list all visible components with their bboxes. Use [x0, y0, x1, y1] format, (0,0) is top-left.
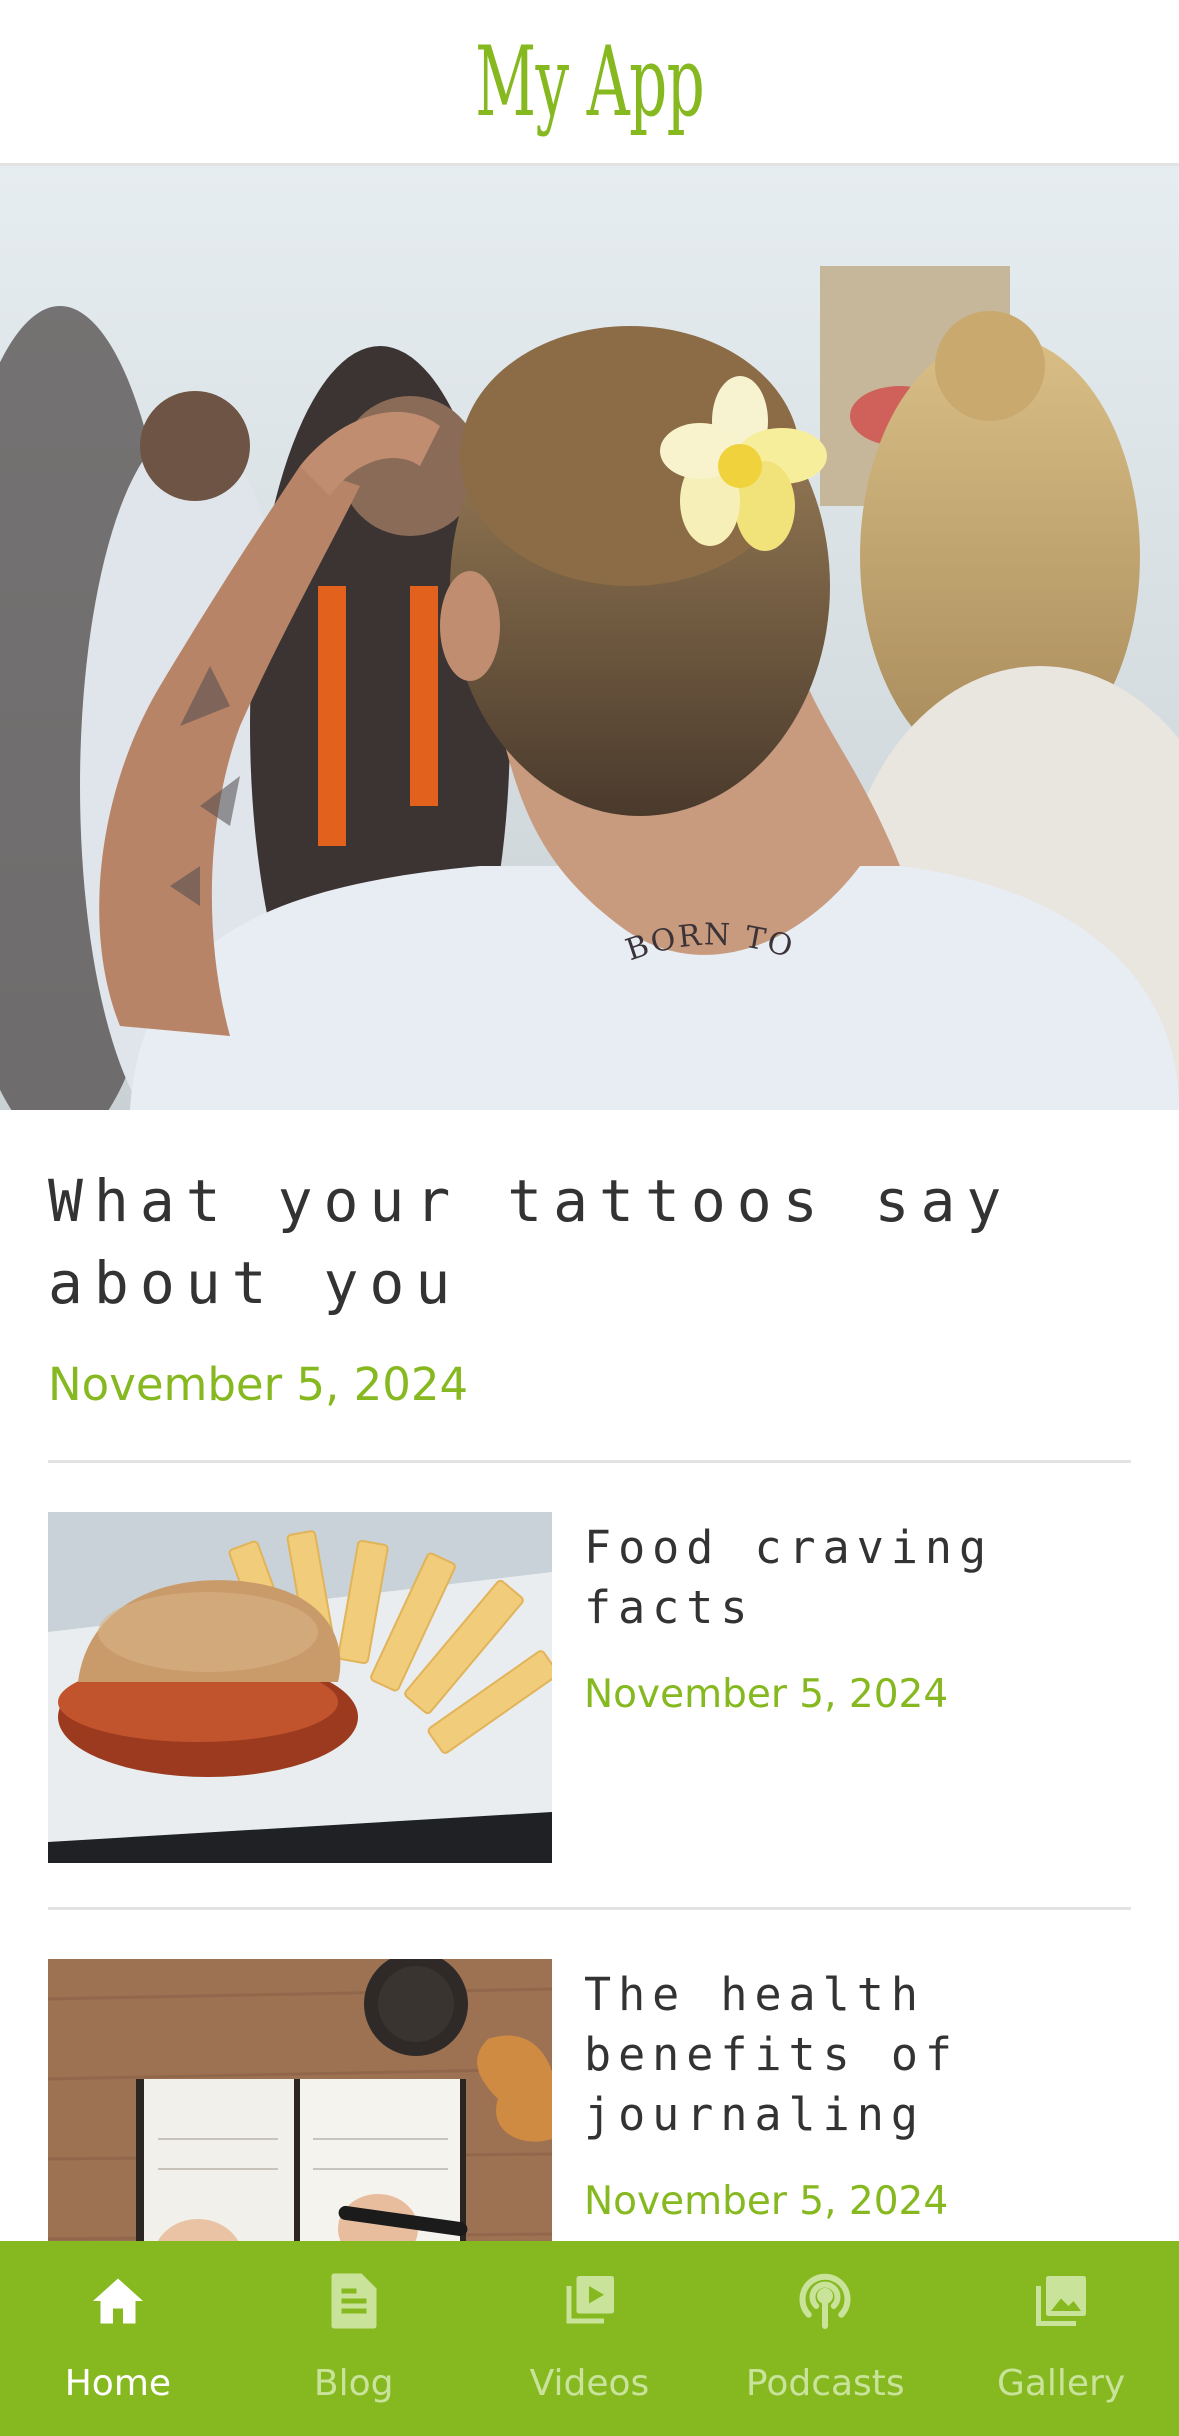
nav-item-home[interactable]: Home	[0, 2241, 236, 2436]
featured-article-date: November 5, 2024	[48, 1358, 469, 1411]
image-gallery-icon	[1029, 2269, 1093, 2333]
featured-article-title[interactable]: What your tattoos say about you	[48, 1160, 1131, 1324]
article-text: The health benefits of journaling Novemb…	[584, 1959, 1131, 2224]
nav-item-podcasts[interactable]: Podcasts	[707, 2241, 943, 2436]
featured-article[interactable]: What your tattoos say about you November…	[48, 1160, 1131, 1411]
video-library-icon	[557, 2269, 621, 2333]
nav-label: Blog	[313, 2363, 394, 2404]
nav-label: Podcasts	[745, 2363, 905, 2404]
burger-fries-photo	[48, 1512, 552, 1863]
article-date: November 5, 2024	[584, 1672, 949, 1717]
bottom-nav: Home Blog Videos Podcasts Gallery	[0, 2241, 1179, 2436]
featured-hero-image[interactable]: BORN TO BE	[0, 166, 1179, 1110]
article-item[interactable]: Food craving facts November 5, 2024	[48, 1512, 1131, 1863]
app-header: My App	[0, 0, 1179, 166]
podcast-icon	[793, 2269, 857, 2333]
hero-photo: BORN TO BE	[0, 166, 1179, 1110]
nav-label: Videos	[529, 2363, 650, 2404]
article-title[interactable]: Food craving facts	[584, 1518, 1131, 1638]
article-title[interactable]: The health benefits of journaling	[584, 1965, 1131, 2145]
divider	[48, 1907, 1131, 1910]
divider	[48, 1460, 1131, 1463]
article-thumbnail[interactable]	[48, 1512, 552, 1863]
home-icon	[86, 2269, 150, 2333]
document-icon	[322, 2269, 386, 2333]
app-title: My App	[475, 25, 705, 138]
nav-item-gallery[interactable]: Gallery	[943, 2241, 1179, 2436]
article-text: Food craving facts November 5, 2024	[584, 1512, 1131, 1717]
nav-label: Home	[64, 2363, 172, 2404]
nav-item-blog[interactable]: Blog	[236, 2241, 472, 2436]
nav-label: Gallery	[996, 2363, 1126, 2404]
article-date: November 5, 2024	[584, 2179, 949, 2224]
nav-item-videos[interactable]: Videos	[472, 2241, 708, 2436]
